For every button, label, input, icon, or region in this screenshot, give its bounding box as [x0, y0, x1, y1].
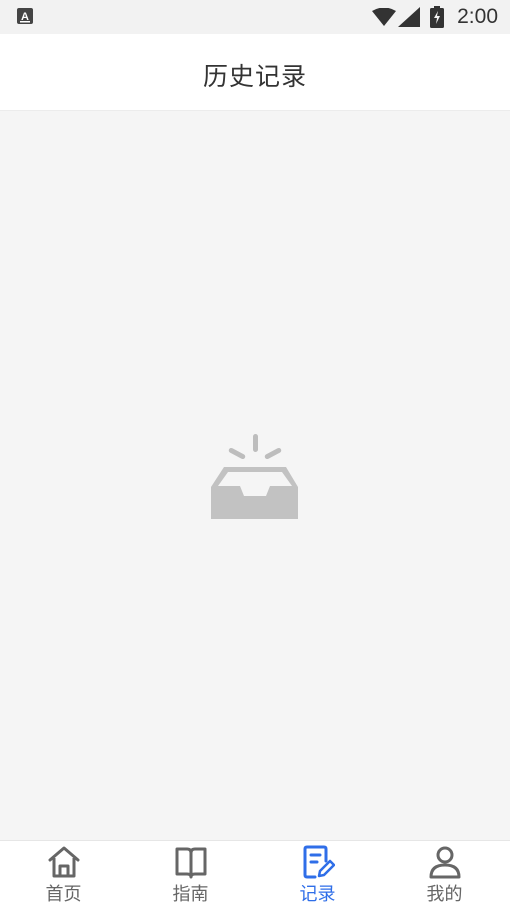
user-icon — [429, 846, 461, 879]
tab-guide[interactable]: 指南 — [127, 841, 254, 907]
a-icon: A — [17, 8, 33, 24]
tab-home[interactable]: 首页 — [0, 841, 127, 907]
status-time: 2:00 — [457, 5, 498, 28]
tab-mine-label: 我的 — [426, 884, 463, 905]
wifi-icon — [372, 8, 396, 26]
tab-records-label: 记录 — [299, 884, 336, 905]
record-icon — [303, 845, 335, 879]
empty-content-area — [0, 111, 510, 840]
bottom-tab-bar: 首页 指南 记录 我的 — [0, 840, 510, 907]
home-icon — [48, 846, 80, 878]
battery-icon — [430, 6, 444, 28]
empty-inbox-icon — [211, 434, 298, 519]
tab-mine[interactable]: 我的 — [381, 841, 508, 907]
status-bar: A 2:00 — [0, 0, 510, 34]
book-icon — [175, 847, 207, 879]
page-title: 历史记录 — [202, 62, 307, 91]
signal-icon — [398, 7, 420, 27]
tab-guide-label: 指南 — [172, 884, 209, 905]
tab-home-label: 首页 — [45, 884, 82, 905]
page-header: 历史记录 — [0, 34, 510, 111]
tab-records[interactable]: 记录 — [254, 841, 381, 907]
